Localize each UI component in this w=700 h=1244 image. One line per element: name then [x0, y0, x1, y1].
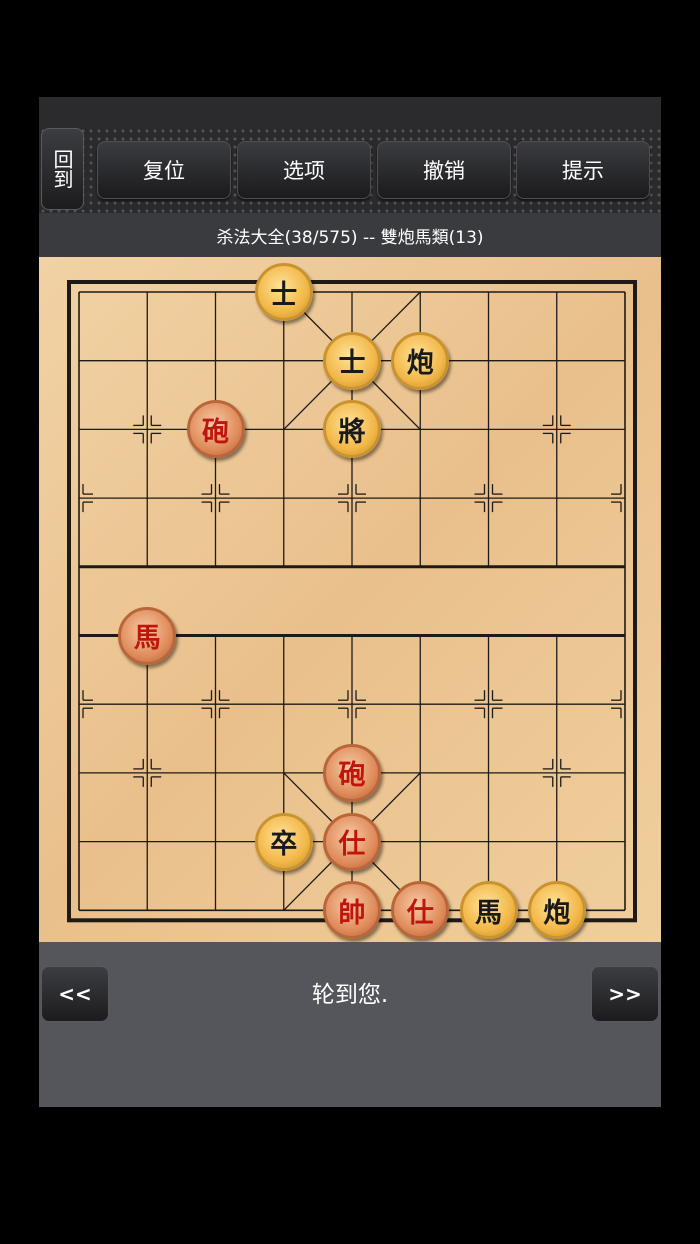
toolbar: 回到 复位 选项 撤销 提示: [39, 127, 661, 213]
red-piece[interactable]: 馬: [118, 606, 177, 665]
red-piece[interactable]: 帥: [323, 881, 381, 940]
black-piece[interactable]: 馬: [459, 881, 518, 940]
black-piece[interactable]: 卒: [254, 812, 313, 871]
red-piece[interactable]: 仕: [323, 812, 381, 871]
black-piece[interactable]: 士: [323, 331, 381, 390]
hint-button[interactable]: 提示: [516, 141, 650, 199]
status-text: 轮到您.: [311, 982, 389, 1008]
xiangqi-board[interactable]: 士士炮砲將馬砲卒仕帥仕馬炮: [39, 257, 661, 942]
next-button[interactable]: >>: [591, 966, 659, 1022]
black-piece[interactable]: 將: [323, 400, 381, 459]
reset-button[interactable]: 复位: [97, 141, 231, 199]
previous-button[interactable]: <<: [41, 966, 109, 1022]
puzzle-title: 杀法大全(38/575) -- 雙炮馬類(13): [39, 213, 661, 257]
back-button[interactable]: 回到: [41, 128, 84, 210]
red-piece[interactable]: 砲: [186, 400, 245, 459]
app-window: 回到 复位 选项 撤销 提示 杀法大全(38/575) -- 雙炮馬類(13) …: [39, 97, 661, 1107]
options-button[interactable]: 选项: [237, 141, 371, 199]
black-piece[interactable]: 士: [254, 263, 313, 321]
black-piece[interactable]: 炮: [527, 881, 586, 940]
bottom-bar: << 轮到您. >>: [39, 942, 661, 1107]
red-piece[interactable]: 砲: [323, 743, 381, 802]
black-piece[interactable]: 炮: [391, 331, 450, 390]
top-band: [39, 97, 661, 127]
undo-button[interactable]: 撤销: [377, 141, 511, 199]
